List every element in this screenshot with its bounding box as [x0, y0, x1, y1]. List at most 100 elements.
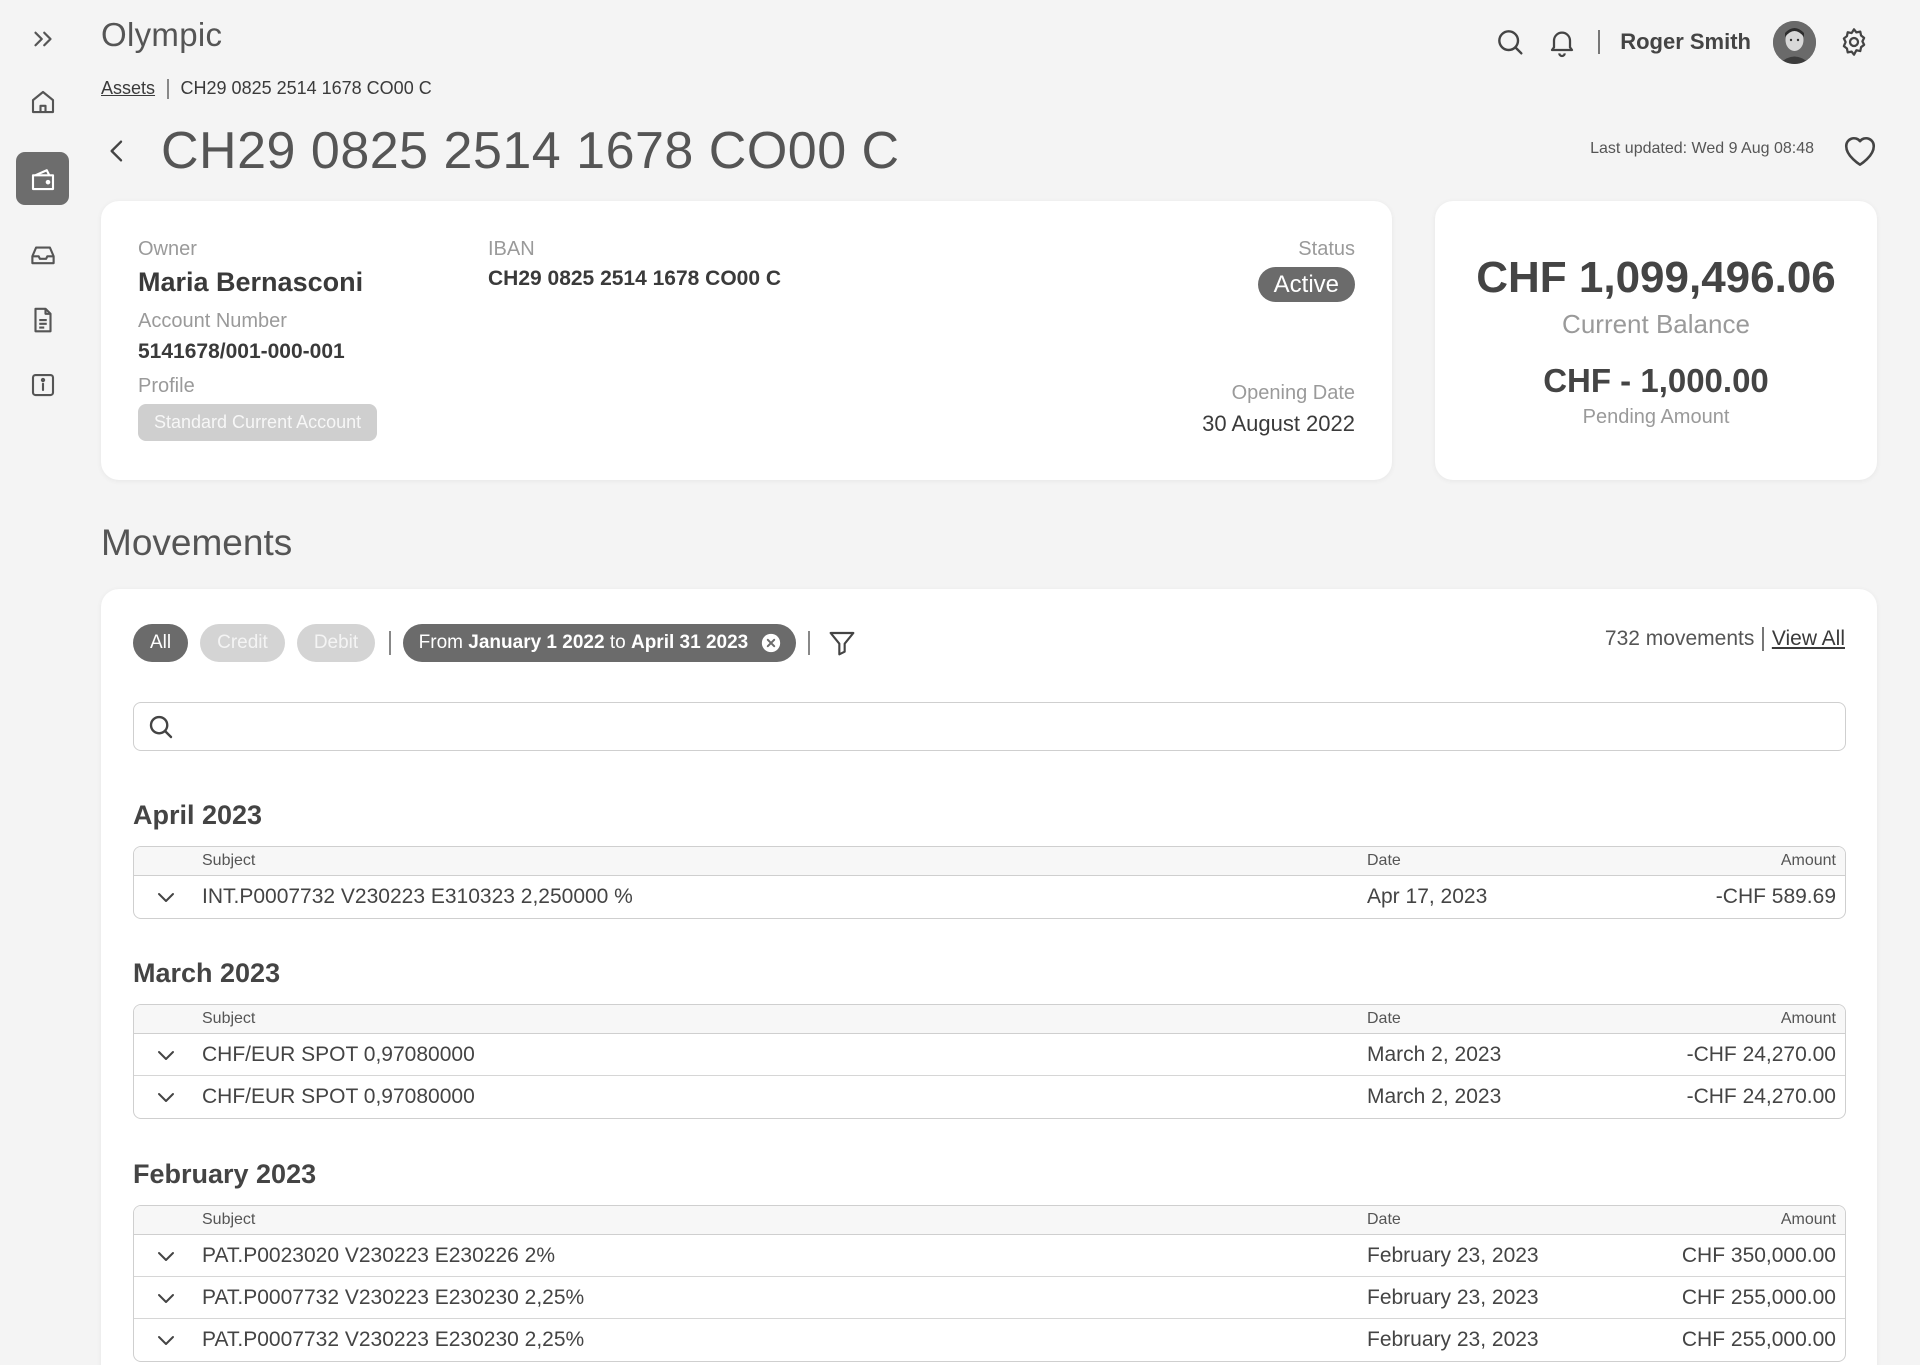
row-subject: PAT.P0023020 V230223 E230226 2%	[202, 1244, 556, 1267]
row-date: March 2, 2023	[1367, 1043, 1502, 1066]
chevron-down-icon[interactable]	[154, 1277, 184, 1318]
row-date: February 23, 2023	[1367, 1286, 1539, 1309]
breadcrumb-current: CH29 0825 2514 1678 CO00 C	[180, 78, 432, 98]
row-amount: CHF 350,000.00	[1681, 1244, 1836, 1267]
heart-icon	[1844, 136, 1876, 166]
breadcrumb-assets-link[interactable]: Assets	[101, 78, 155, 99]
table-row[interactable]: PAT.P0023020 V230223 E230226 2% February …	[134, 1235, 1845, 1277]
app-title: Olympic	[101, 16, 223, 53]
search-input[interactable]	[186, 703, 1845, 750]
chevron-down-icon[interactable]	[154, 1235, 184, 1276]
favorite-button[interactable]	[1838, 128, 1882, 172]
table-row[interactable]: CHF/EUR SPOT 0,97080000 March 2, 2023 -CHF…	[134, 1034, 1845, 1076]
chevron-down-icon[interactable]	[154, 1076, 184, 1118]
column-date: Date	[1367, 1211, 1401, 1228]
row-subject: CHF/EUR SPOT 0,97080000	[202, 1043, 475, 1066]
document-icon	[33, 307, 52, 332]
table-row[interactable]: PAT.P0007732 V230223 E230230 2,25% Februa…	[134, 1277, 1845, 1319]
breadcrumb-divider	[167, 78, 169, 99]
row-amount: -CHF 589.69	[1715, 885, 1836, 908]
page-title: CH29 0825 2514 1678 CO00 C	[161, 122, 900, 180]
column-subject: Subject	[202, 1010, 256, 1027]
status-badge: Active	[1257, 267, 1355, 302]
view-all-link[interactable]: View All	[1772, 627, 1845, 651]
search-icon[interactable]	[1494, 26, 1526, 58]
wallet-icon	[31, 168, 54, 190]
title-row: CH29 0825 2514 1678 CO00 C	[101, 118, 900, 184]
row-amount: -CHF 24,270.00	[1686, 1043, 1836, 1066]
group-title: March 2023	[133, 958, 281, 988]
movements-table: Subject Date Amount CHF/EUR SPOT 0,97080000…	[133, 1004, 1846, 1119]
gear-icon[interactable]	[1838, 26, 1870, 58]
movements-card: All Credit Debit From January 1 2022 to …	[101, 589, 1877, 1365]
filter-all[interactable]: All	[133, 624, 189, 662]
header-actions: Roger Smith	[1494, 20, 1870, 64]
movements-search[interactable]	[133, 702, 1846, 751]
row-date: March 2, 2023	[1367, 1085, 1502, 1108]
sidebar-item-assets[interactable]	[16, 152, 69, 205]
account-number: 5141678/001-000-001	[138, 340, 345, 363]
filter-bar: All Credit Debit From January 1 2022 to …	[133, 622, 858, 664]
iban-label: IBAN	[488, 238, 535, 260]
movements-count-area: 732 movements View All	[1605, 627, 1845, 651]
filter-icon[interactable]	[826, 627, 858, 659]
expand-sidebar-button[interactable]	[16, 12, 69, 65]
table-header: Subject Date Amount	[134, 1206, 1845, 1235]
current-balance-label: Current Balance	[1562, 309, 1750, 339]
chevron-down-icon[interactable]	[154, 1319, 184, 1361]
table-row[interactable]: INT.P0007732 V230223 E310323 2,250000 % A…	[134, 876, 1845, 918]
range-from-date: January 1 2022	[468, 632, 605, 653]
iban-value: CH29 0825 2514 1678 CO00 C	[488, 267, 782, 290]
filter-divider-2	[808, 631, 810, 655]
avatar[interactable]	[1773, 20, 1816, 64]
account-details-card: Owner Maria Bernasconi Account Number 51…	[101, 201, 1392, 480]
bell-icon[interactable]	[1546, 26, 1578, 58]
chevron-down-icon[interactable]	[154, 1034, 184, 1075]
profile-badge: Standard Current Account	[138, 404, 378, 441]
row-subject: CHF/EUR SPOT 0,97080000	[202, 1085, 475, 1108]
sidebar-item-inbox[interactable]	[16, 228, 69, 281]
filter-debit[interactable]: Debit	[296, 624, 376, 662]
row-subject: PAT.P0007732 V230223 E230230 2,25%	[202, 1328, 585, 1351]
user-name[interactable]: Roger Smith	[1620, 29, 1751, 55]
table-row[interactable]: CHF/EUR SPOT 0,97080000 March 2, 2023 -CHF…	[134, 1076, 1845, 1118]
table-row[interactable]: PAT.P0007732 V230223 E230230 2,25% Februa…	[134, 1319, 1845, 1361]
pending-amount-label: Pending Amount	[1582, 406, 1730, 428]
chevron-down-icon[interactable]	[154, 876, 184, 918]
sidebar-item-info[interactable]	[16, 358, 69, 411]
movements-count: 732 movements	[1604, 627, 1755, 650]
back-button[interactable]	[101, 126, 151, 176]
sidebar-item-home[interactable]	[16, 75, 69, 128]
balance-card: CHF 1,099,496.06 Current Balance CHF - 1…	[1435, 201, 1877, 480]
clear-range-icon[interactable]	[760, 632, 782, 654]
breadcrumb: Assets CH29 0825 2514 1678 CO00 C	[101, 78, 432, 99]
last-updated-text: Last updated: Wed 9 Aug 08:48	[1590, 140, 1814, 157]
profile-label: Profile	[138, 375, 195, 397]
owner-label: Owner	[138, 238, 197, 260]
status-label: Status	[1298, 238, 1355, 260]
row-amount: CHF 255,000.00	[1681, 1328, 1836, 1351]
date-range-filter[interactable]: From January 1 2022 to April 31 2023	[402, 624, 797, 662]
range-to-date: April 31 2023	[630, 632, 749, 653]
row-amount: CHF 255,000.00	[1681, 1286, 1836, 1309]
column-amount: Amount	[1780, 1010, 1836, 1027]
table-header: Subject Date Amount	[134, 847, 1845, 876]
row-amount: -CHF 24,270.00	[1686, 1085, 1836, 1108]
column-date: Date	[1367, 1010, 1401, 1027]
opening-date: 30 August 2022	[1202, 411, 1355, 436]
movements-table: Subject Date Amount PAT.P0023020 V230223 E2…	[133, 1205, 1846, 1362]
row-subject: PAT.P0007732 V230223 E230230 2,25%	[202, 1286, 585, 1309]
home-icon	[31, 90, 54, 113]
count-divider	[1762, 627, 1764, 651]
info-icon	[31, 373, 54, 396]
opening-date-label: Opening Date	[1231, 382, 1355, 404]
pending-amount: CHF - 1,000.00	[1543, 362, 1769, 399]
sidebar-item-documents[interactable]	[16, 293, 69, 346]
movements-table: Subject Date Amount INT.P0007732 V230223 E3…	[133, 846, 1846, 919]
filter-credit[interactable]: Credit	[200, 624, 285, 662]
column-subject: Subject	[202, 852, 256, 869]
row-subject: INT.P0007732 V230223 E310323 2,250000 %	[202, 885, 633, 908]
account-number-label: Account Number	[138, 310, 287, 332]
group-title: February 2023	[133, 1159, 317, 1189]
movements-title: Movements	[101, 522, 293, 563]
